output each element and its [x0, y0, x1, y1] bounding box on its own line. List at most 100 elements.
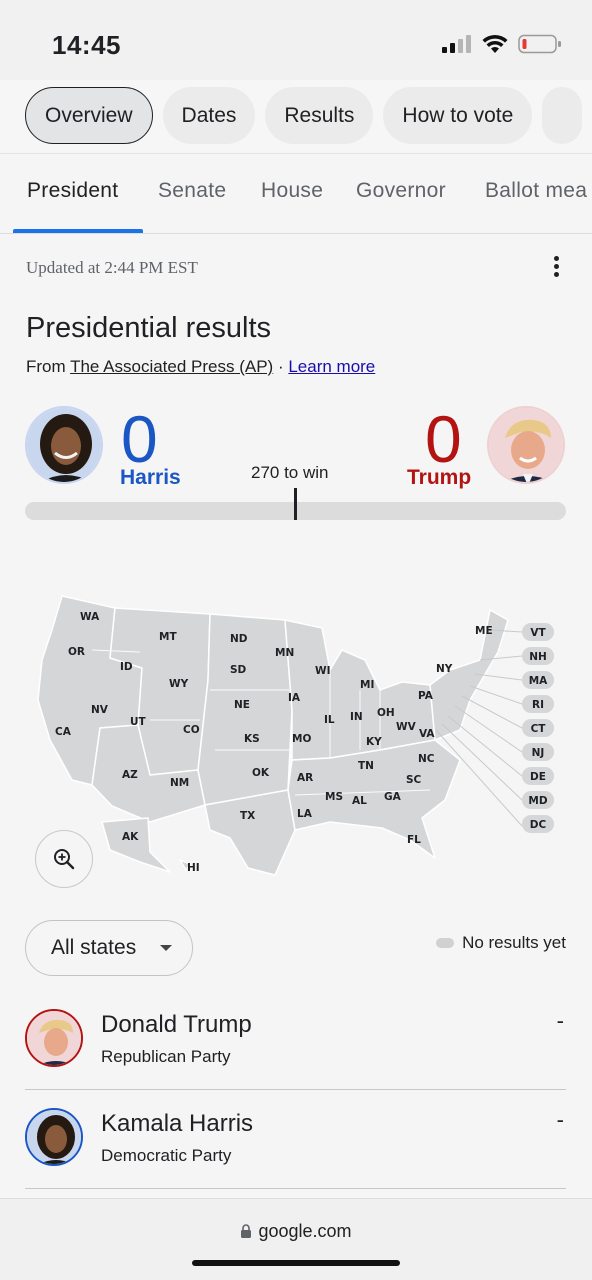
status-bar: 14:45 [0, 0, 592, 80]
state-shape-texas [204, 789, 296, 876]
map-label-mo: MO [292, 733, 311, 745]
active-tab-indicator [13, 229, 143, 233]
small-state-label-md: MD [528, 795, 547, 807]
tab-house[interactable]: House [261, 179, 323, 203]
map-label-nm: NM [170, 777, 189, 789]
tab-ballot-measures[interactable]: Ballot mea [485, 179, 587, 203]
harris-name: Harris [120, 466, 181, 489]
page-title: Presidential results [26, 312, 271, 344]
candidate-row-trump[interactable]: Donald Trump Republican Party - [25, 990, 566, 1090]
map-label-tn: TN [358, 760, 374, 772]
map-label-mi: MI [360, 679, 374, 691]
status-icons [442, 34, 562, 54]
candidate-party: Republican Party [101, 1047, 231, 1066]
map-label-ok: OK [252, 767, 270, 779]
more-options-icon[interactable] [550, 256, 562, 278]
chip-how-to-vote[interactable]: How to vote [383, 87, 533, 144]
map-label-sd: SD [230, 664, 247, 676]
candidate-party: Democratic Party [101, 1146, 232, 1165]
small-state-label-dc: DC [530, 819, 547, 831]
map-label-oh: OH [377, 707, 395, 719]
map-zoom-button[interactable] [35, 830, 93, 888]
map-label-hi: HI [187, 862, 200, 874]
harris-avatar[interactable] [25, 406, 103, 484]
source-line: From The Associated Press (AP) · Learn m… [26, 357, 375, 377]
map-label-ks: KS [244, 733, 260, 745]
state-shape-northeast [429, 609, 509, 741]
state-filter-value: All states [51, 936, 137, 959]
map-label-al: AL [352, 795, 367, 807]
harris-electoral-votes: 0 [121, 402, 158, 476]
candidate-result-value: - [556, 1107, 564, 1132]
small-state-label-vt: VT [530, 627, 546, 639]
map-label-wi: WI [315, 665, 331, 677]
map-label-ar: AR [297, 772, 313, 784]
map-label-mn: MN [275, 647, 294, 659]
map-label-or: OR [68, 646, 85, 658]
legend-label: No results yet [462, 933, 566, 952]
tab-senate[interactable]: Senate [158, 179, 226, 203]
chip-dates[interactable]: Dates [162, 87, 256, 144]
map-label-tx: TX [240, 810, 255, 822]
map-label-ut: UT [130, 716, 147, 728]
lock-icon [241, 1224, 252, 1238]
clock: 14:45 [52, 30, 121, 60]
map-legend: No results yet [436, 933, 566, 953]
map-label-wy: WY [169, 678, 189, 690]
topic-chip-bar: Overview Dates Results How to vote [0, 80, 592, 154]
threshold-label: 270 to win [251, 463, 329, 482]
race-tabs: President Senate House Governor Ballot m… [0, 154, 592, 234]
url-display[interactable]: google.com [0, 1221, 592, 1242]
us-results-map[interactable]: WA OR CA ID NV MT WY UT AZ CO NM ND SD N… [30, 590, 560, 890]
state-filter-dropdown[interactable]: All states [25, 920, 193, 976]
map-label-ky: KY [366, 736, 382, 748]
home-indicator[interactable] [192, 1260, 400, 1266]
chip-results[interactable]: Results [265, 87, 374, 144]
zoom-in-icon [54, 849, 75, 870]
map-label-in: IN [350, 711, 363, 723]
trump-electoral-votes: 0 [425, 402, 462, 476]
legend-swatch [436, 938, 455, 948]
map-label-fl: FL [407, 834, 421, 846]
map-label-sc: SC [406, 774, 422, 786]
tab-president[interactable]: President [27, 179, 118, 203]
wifi-icon [482, 34, 508, 53]
url-text: google.com [258, 1221, 352, 1241]
source-prefix: From [26, 357, 71, 376]
small-state-label-ct: CT [531, 723, 547, 735]
map-label-va: VA [419, 728, 435, 740]
threshold-marker [294, 488, 297, 520]
small-state-label-nj: NJ [532, 747, 545, 759]
map-label-az: AZ [122, 769, 138, 781]
map-label-ga: GA [384, 791, 402, 803]
small-state-label-nh: NH [529, 651, 547, 663]
map-label-ny: NY [436, 663, 453, 675]
trump-name: Trump [407, 466, 472, 489]
map-label-ak: AK [122, 831, 139, 843]
map-label-la: LA [297, 808, 313, 820]
map-label-ne: NE [234, 699, 250, 711]
map-label-id: ID [120, 661, 133, 673]
updated-timestamp: Updated at 2:44 PM EST [26, 258, 198, 277]
small-state-label-ri: RI [532, 699, 544, 711]
candidate-result-value: - [556, 1008, 564, 1033]
small-state-label-ma: MA [529, 675, 548, 687]
chip-more[interactable] [542, 87, 583, 144]
map-label-co: CO [183, 724, 200, 736]
chip-overview[interactable]: Overview [25, 87, 153, 144]
small-state-badges: VT NH MA RI CT NJ DE MD DC [522, 623, 554, 833]
trump-list-avatar [25, 1009, 83, 1067]
source-separator: · [273, 357, 289, 376]
map-label-wv: WV [396, 721, 417, 733]
trump-avatar[interactable] [487, 406, 565, 484]
candidate-row-harris[interactable]: Kamala Harris Democratic Party - [25, 1089, 566, 1189]
dropdown-caret-icon [160, 945, 172, 951]
source-outlet-link[interactable]: The Associated Press (AP) [70, 357, 273, 376]
map-label-ca: CA [55, 726, 72, 738]
learn-more-link[interactable]: Learn more [288, 357, 375, 376]
map-label-me: ME [475, 625, 493, 637]
map-label-nd: ND [230, 633, 248, 645]
candidate-name: Kamala Harris [101, 1110, 254, 1137]
tab-governor[interactable]: Governor [356, 179, 446, 203]
browser-url-bar[interactable]: google.com [0, 1198, 592, 1280]
